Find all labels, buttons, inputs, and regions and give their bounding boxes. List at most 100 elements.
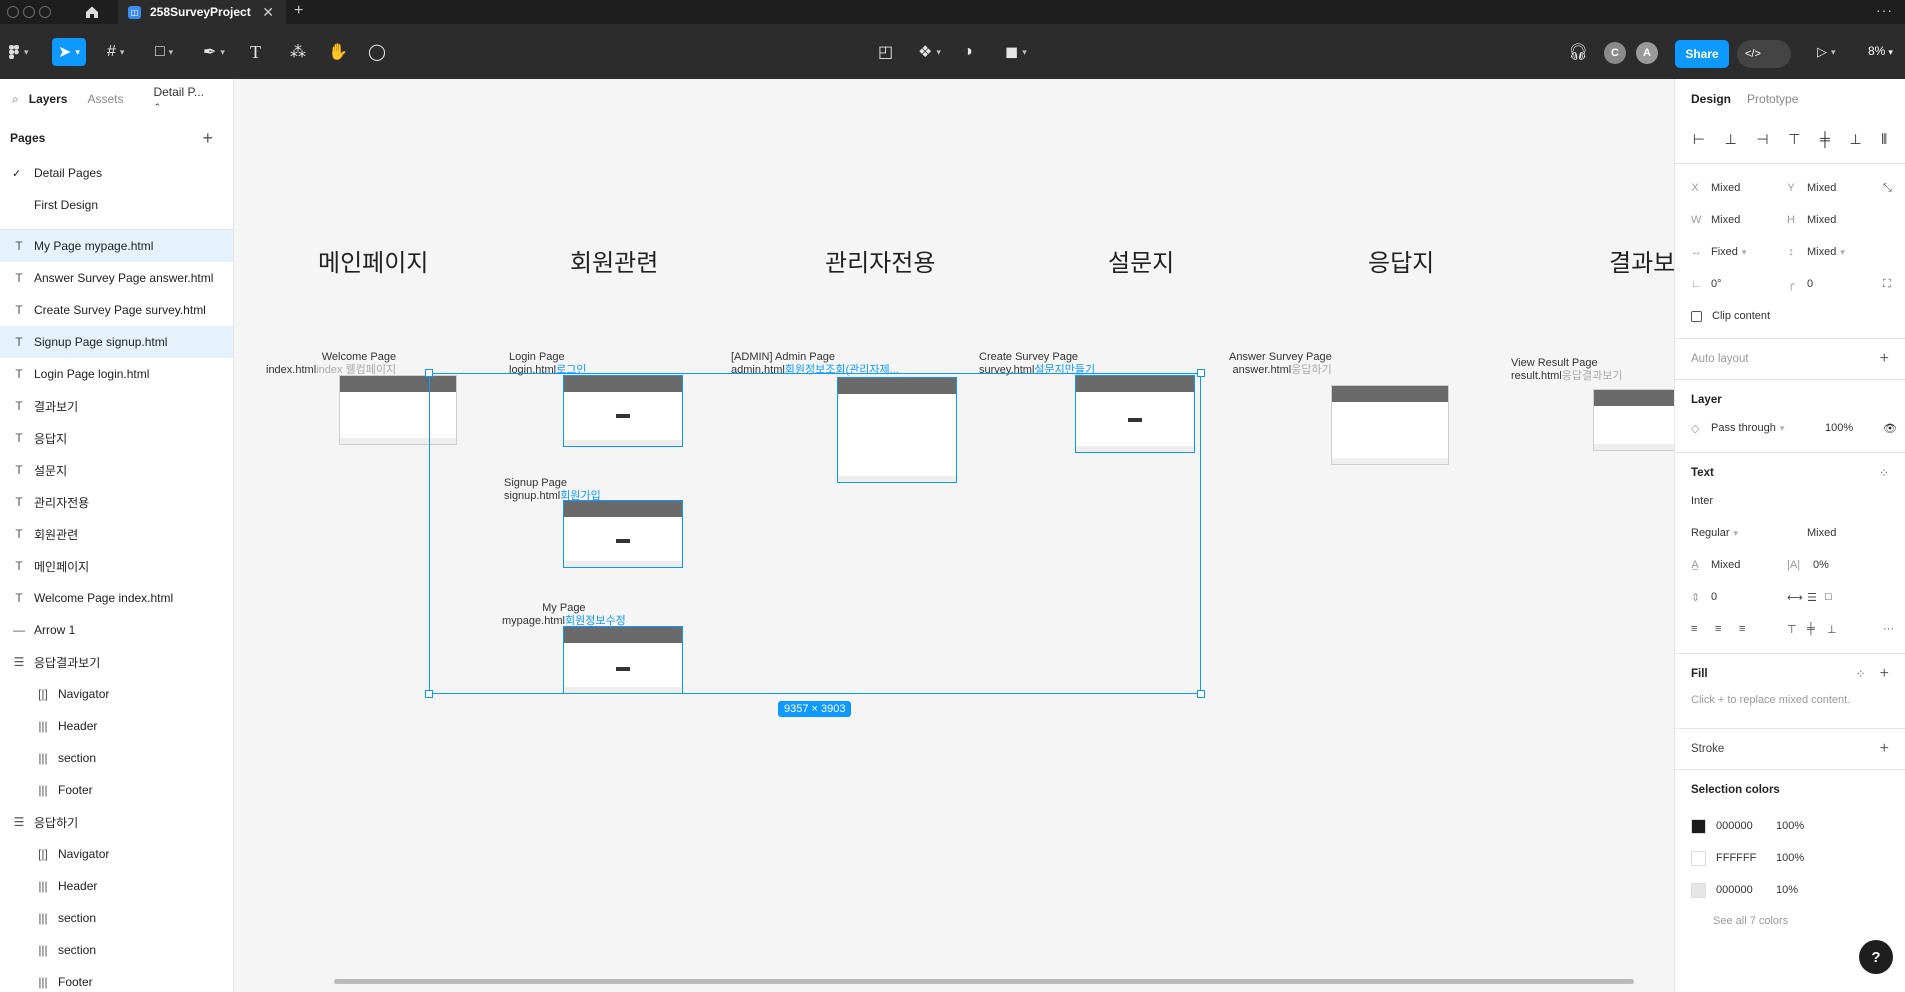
page-item-detail-pages[interactable]: ✓ Detail Pages [0, 157, 233, 189]
visibility-eye-icon[interactable]: 👁︎ [1883, 422, 1897, 435]
resize-handle-bottom-left[interactable] [425, 690, 433, 698]
more-type-options-icon[interactable]: ··· [1883, 623, 1894, 635]
layer-item[interactable]: ☰ 응답결과보기 [0, 646, 233, 678]
h-field[interactable]: H Mixed [1787, 214, 1836, 226]
present-button[interactable]: ▷ ▾ [1817, 38, 1836, 66]
rotation-field[interactable]: ∟ 0° [1691, 278, 1722, 290]
selection-color-row[interactable]: 000000 10% [1675, 874, 1905, 906]
height-mode-select[interactable]: ↕ Mixed ▾ [1787, 246, 1845, 258]
close-window-button[interactable] [7, 6, 19, 18]
y-field[interactable]: Y Mixed [1787, 182, 1836, 194]
selection-color-row[interactable]: FFFFFF 100% [1675, 842, 1905, 874]
layer-item[interactable]: T 결과보기 [0, 390, 233, 422]
align-text-middle-icon[interactable]: ╪ [1807, 623, 1815, 635]
section-title-main[interactable]: 메인페이지 [318, 243, 428, 278]
layer-item[interactable]: T 설문지 [0, 454, 233, 486]
layer-item[interactable]: T Answer Survey Page answer.html [0, 262, 233, 294]
align-center-h-icon[interactable]: ⊥ [1725, 131, 1737, 148]
distribute-icon[interactable]: ⫴ [1881, 131, 1887, 148]
search-icon[interactable]: ⌕ [12, 92, 19, 107]
page-item-first-design[interactable]: First Design [0, 189, 233, 221]
layer-item[interactable]: T Create Survey Page survey.html [0, 294, 233, 326]
comment-tool-button[interactable]: ◯ [368, 38, 386, 66]
fixed-size-icon[interactable]: □ [1825, 591, 1832, 603]
tab-layers[interactable]: Layers [29, 92, 68, 106]
align-bottom-icon[interactable]: ⊥ [1850, 131, 1862, 148]
shape-tool-button[interactable]: □ ▾ [155, 38, 173, 66]
resize-handle-top-left[interactable] [425, 369, 433, 377]
zoom-level[interactable]: 8% ▾ [1868, 44, 1893, 58]
selection-color-row[interactable]: 000000 100% [1675, 810, 1905, 842]
section-title-answer[interactable]: 응답지 [1368, 243, 1434, 278]
move-tool-button[interactable]: ➤ ▾ [52, 38, 86, 66]
layer-item[interactable]: ☰ 응답하기 [0, 806, 233, 838]
width-mode-select[interactable]: ↔ Fixed ▾ [1691, 246, 1746, 258]
share-button[interactable]: Share [1675, 40, 1729, 68]
more-icon[interactable]: ··· [1876, 2, 1893, 18]
close-tab-icon[interactable]: ✕ [262, 4, 274, 21]
font-weight-select[interactable]: Regular ▾ [1691, 527, 1738, 539]
help-button[interactable]: ? [1859, 940, 1893, 974]
align-middle-v-icon[interactable]: ╪ [1820, 131, 1830, 147]
selection-box[interactable] [429, 373, 1201, 694]
frame-label-welcome[interactable]: Welcome Page index.htmlindex 웰컴페이지 [266, 351, 396, 377]
independent-corners-icon[interactable]: ⛶ [1883, 278, 1891, 291]
resources-tool-button[interactable]: ⁂ [290, 38, 306, 66]
component-button[interactable]: ❖ ▾ [918, 38, 941, 66]
layer-item[interactable]: T My Page mypage.html [0, 230, 233, 262]
layer-item[interactable]: ||| section [0, 902, 233, 934]
layer-item[interactable]: [|] Navigator [0, 838, 233, 870]
layer-item[interactable]: ||| Footer [0, 966, 233, 992]
section-title-survey[interactable]: 설문지 [1108, 243, 1174, 278]
line-height-field[interactable]: A̲ Mixed [1691, 559, 1740, 571]
pen-tool-button[interactable]: ✒ ▾ [203, 38, 225, 66]
color-swatch[interactable] [1691, 882, 1706, 898]
add-fill-icon[interactable]: + [1880, 665, 1889, 682]
frame-label-answer[interactable]: Answer Survey Page answer.html응답하기 [1229, 351, 1332, 377]
font-size-field[interactable]: Mixed [1807, 527, 1836, 539]
layer-item[interactable]: ||| Header [0, 870, 233, 902]
maximize-window-button[interactable] [39, 6, 51, 18]
font-family-select[interactable]: Inter [1691, 495, 1713, 507]
hand-tool-button[interactable]: ✋ [328, 38, 348, 66]
layer-item[interactable]: — Arrow 1 [0, 614, 233, 646]
align-left-icon[interactable]: ⊢ [1693, 131, 1705, 148]
color-swatch[interactable] [1691, 818, 1706, 834]
w-field[interactable]: W Mixed [1691, 214, 1740, 226]
layer-item[interactable]: ||| section [0, 934, 233, 966]
layer-item[interactable]: T Signup Page signup.html [0, 326, 233, 358]
main-menu-button[interactable]: ▾ [8, 38, 29, 66]
section-title-admin[interactable]: 관리자전용 [825, 243, 935, 278]
align-text-top-icon[interactable]: ⊤ [1787, 623, 1797, 636]
constraints-icon[interactable]: ⤡ [1883, 182, 1892, 195]
opacity-field[interactable]: 100% [1825, 422, 1853, 434]
color-swatch[interactable] [1691, 850, 1706, 866]
see-all-colors-link[interactable]: See all 7 colors [1675, 906, 1905, 936]
minimize-window-button[interactable] [23, 6, 35, 18]
layer-item[interactable]: T Login Page login.html [0, 358, 233, 390]
add-page-icon[interactable]: + [202, 128, 213, 149]
layer-item[interactable]: T 관리자전용 [0, 486, 233, 518]
corner-radius-field[interactable]: ╭ 0 [1787, 278, 1813, 291]
layer-item[interactable]: ||| section [0, 742, 233, 774]
mask-button[interactable]: ◑ [963, 38, 973, 66]
frame-tool-button[interactable]: # ▾ [107, 38, 124, 66]
text-tool-button[interactable]: T [250, 38, 261, 66]
tab-assets[interactable]: Assets [87, 92, 123, 106]
tab-design[interactable]: Design [1691, 92, 1731, 106]
tab-prototype[interactable]: Prototype [1747, 92, 1798, 106]
blend-mode-select[interactable]: ◇ Pass through ▾ [1691, 422, 1784, 435]
layer-item[interactable]: [|] Navigator [0, 678, 233, 710]
paragraph-spacing-field[interactable]: ⇕ 0 [1691, 591, 1717, 604]
resize-handle-top-right[interactable] [1197, 369, 1205, 377]
boolean-ops-button[interactable]: ◼ ▾ [1005, 38, 1027, 66]
auto-height-icon[interactable]: ☰ [1807, 591, 1817, 604]
layer-item[interactable]: T 회원관련 [0, 518, 233, 550]
frame-label-result[interactable]: View Result Page result.html응답결과보기 [1511, 357, 1622, 383]
auto-width-icon[interactable]: ⟷ [1787, 591, 1803, 604]
clip-content-checkbox[interactable]: Clip content [1691, 310, 1770, 322]
letter-spacing-field[interactable]: |A| 0% [1787, 559, 1829, 571]
align-top-icon[interactable]: ⊤ [1788, 131, 1800, 148]
audio-button[interactable]: 🎧︎ [1568, 38, 1588, 66]
align-text-bottom-icon[interactable]: ⊥ [1827, 623, 1837, 636]
